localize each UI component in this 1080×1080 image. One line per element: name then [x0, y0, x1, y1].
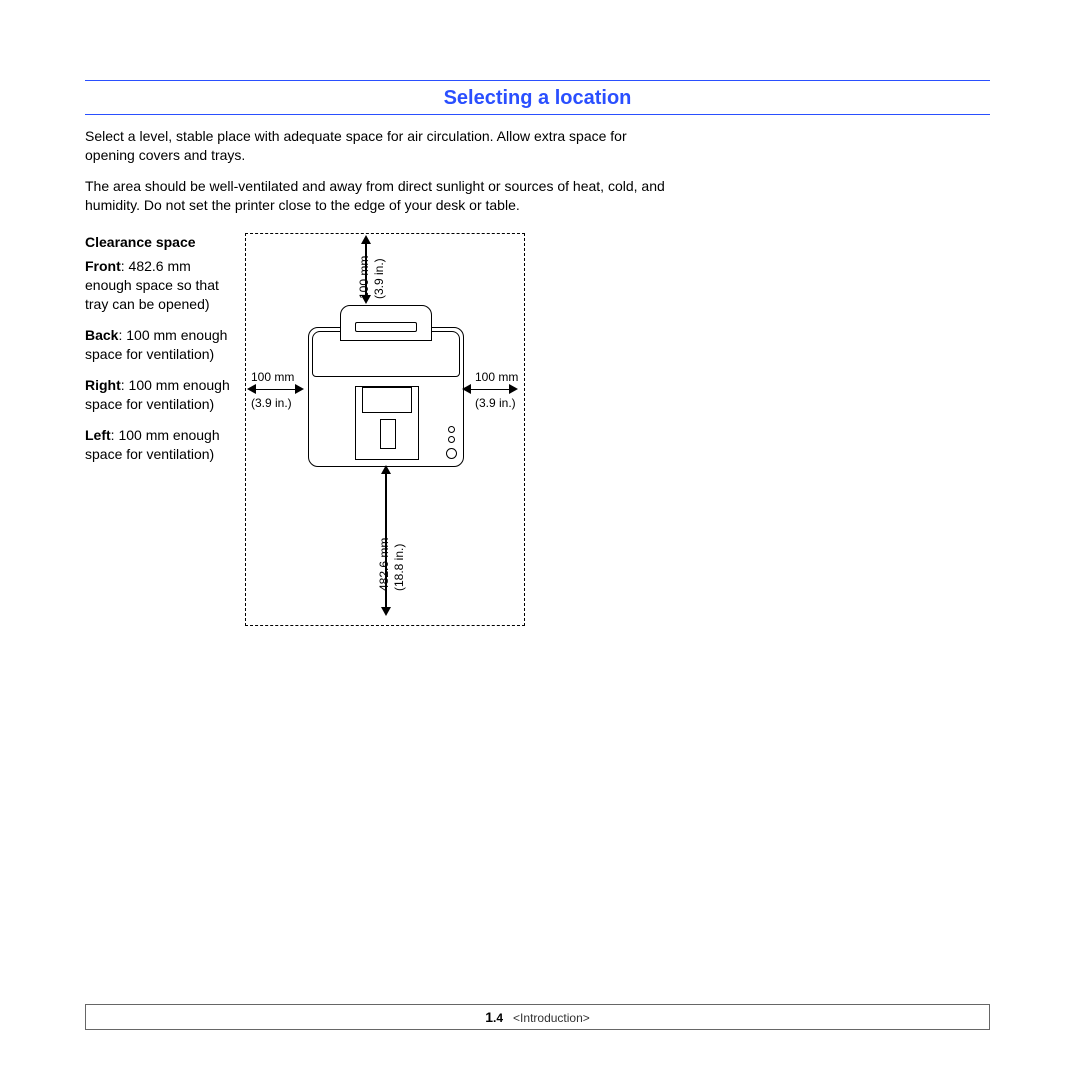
clearance-front-lead: Front [85, 258, 121, 274]
printer-icon [308, 305, 462, 465]
section-title: Selecting a location [85, 87, 990, 110]
right-dimension-mm: 100 mm [475, 371, 518, 385]
chapter-label: <Introduction> [513, 1011, 590, 1025]
intro-paragraph-1: Select a level, stable place with adequa… [85, 127, 675, 165]
clearance-text-column: Clearance space Front: 482.6 mm enough s… [85, 233, 235, 476]
clearance-heading: Clearance space [85, 233, 235, 252]
section-rule-top [85, 80, 990, 81]
top-dimension-in: (3.9 in.) [373, 258, 387, 299]
arrow-cap-up-icon [381, 465, 391, 474]
clearance-back: Back: 100 mm enough space for ventilatio… [85, 326, 235, 364]
clearance-diagram: 100 mm (3.9 in.) 100 mm (3.9 in.) 100 mm… [245, 233, 525, 626]
page-number-minor: .4 [493, 1011, 503, 1025]
clearance-back-lead: Back [85, 327, 118, 343]
right-dimension-in: (3.9 in.) [475, 397, 516, 411]
intro-paragraph-2: The area should be well-ventilated and a… [85, 177, 675, 215]
arrow-cap-right-icon [509, 384, 518, 394]
clearance-left: Left: 100 mm enough space for ventilatio… [85, 426, 235, 464]
page-footer: 1.4 <Introduction> [85, 1004, 990, 1030]
section-rule-bottom [85, 114, 990, 115]
clearance-right-lead: Right [85, 377, 121, 393]
arrow-cap-right-icon [295, 384, 304, 394]
clearance-left-lead: Left [85, 427, 111, 443]
left-dimension-mm: 100 mm [251, 371, 294, 385]
left-dimension-in: (3.9 in.) [251, 397, 292, 411]
arrow-cap-up-icon [361, 235, 371, 244]
top-dimension-mm: 100 mm [358, 255, 372, 298]
clearance-front: Front: 482.6 mm enough space so that tra… [85, 257, 235, 314]
arrow-cap-left-icon [462, 384, 471, 394]
page-number-major: 1 [485, 1009, 493, 1025]
arrow-cap-left-icon [247, 384, 256, 394]
front-dimension-mm: 482.6 mm [378, 537, 392, 590]
clearance-right: Right: 100 mm enough space for ventilati… [85, 376, 235, 414]
front-dimension-in: (18.8 in.) [393, 543, 407, 590]
arrow-cap-down-icon [381, 607, 391, 616]
